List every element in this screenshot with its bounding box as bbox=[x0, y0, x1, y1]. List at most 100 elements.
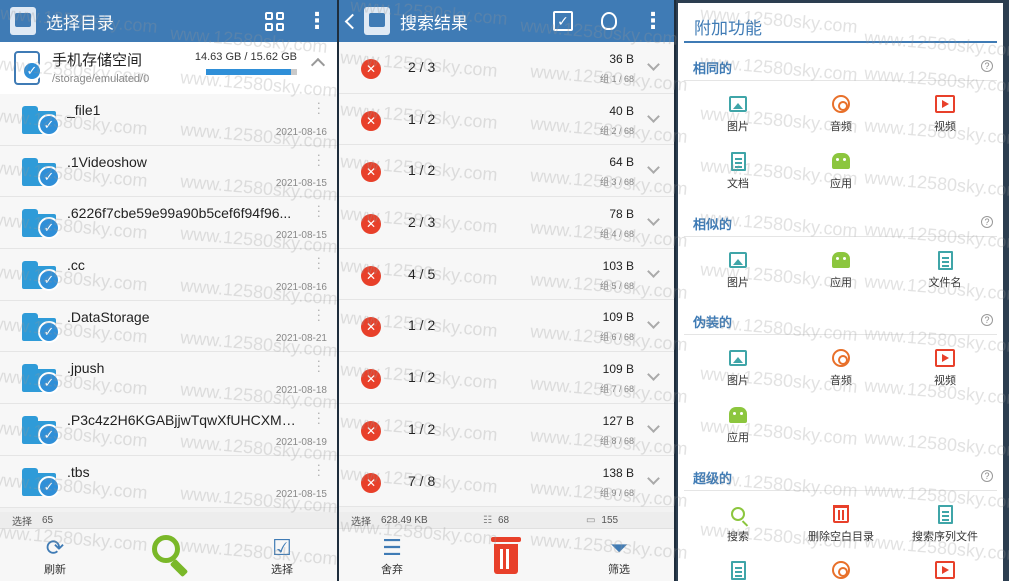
chevron-down-icon[interactable] bbox=[647, 109, 660, 123]
result-group-row[interactable]: ✕ 1 / 2 40 B 组 2 / 68 bbox=[339, 93, 674, 146]
close-icon[interactable]: ✕ bbox=[361, 369, 381, 390]
checked-icon[interactable]: ✓ bbox=[38, 114, 60, 136]
delete-button[interactable] bbox=[491, 535, 521, 575]
feature-partial[interactable] bbox=[693, 559, 783, 581]
more-options-icon[interactable]: · · · bbox=[317, 406, 321, 429]
chevron-down-icon[interactable] bbox=[647, 419, 660, 433]
more-options-icon[interactable]: · · · bbox=[317, 303, 321, 326]
folder-icon: ✓ bbox=[22, 467, 60, 498]
folder-row[interactable]: ✓ .jpush 2021-08-18 · · · bbox=[0, 352, 337, 405]
file-size: 109 B bbox=[602, 310, 634, 325]
chevron-down-icon[interactable] bbox=[647, 58, 660, 71]
more-options-icon[interactable]: ⋮ bbox=[305, 9, 329, 33]
close-icon[interactable]: ✕ bbox=[361, 472, 381, 493]
folder-date: 2021-08-16 bbox=[275, 281, 327, 293]
folder-date: 2021-08-15 bbox=[275, 178, 327, 190]
folder-row[interactable]: ✓ .P3c4z2H6KGABjjwTqwXfUHCXMV... 2021-08-1… bbox=[0, 404, 337, 456]
feature-sequence-file[interactable]: 搜索序列文件 bbox=[900, 503, 990, 544]
chevron-down-icon[interactable] bbox=[647, 316, 660, 330]
feature-audio[interactable]: 音频 bbox=[796, 347, 886, 388]
select-button[interactable]: ☑ 选择 bbox=[257, 535, 307, 577]
refresh-button[interactable]: ⟳ 刷新 bbox=[30, 535, 80, 577]
file-size: 40 B bbox=[609, 103, 634, 118]
feature-partial[interactable] bbox=[796, 559, 886, 581]
result-group-row[interactable]: ✕ 7 / 8 138 B 组 9 / 68 bbox=[339, 455, 674, 508]
chevron-up-icon[interactable] bbox=[310, 57, 326, 73]
close-icon[interactable]: ✕ bbox=[361, 317, 381, 338]
checked-icon[interactable]: ✓ bbox=[38, 165, 60, 188]
chevron-down-icon[interactable] bbox=[647, 471, 660, 485]
chevron-down-icon[interactable] bbox=[647, 264, 660, 278]
checked-icon[interactable]: ✓ bbox=[38, 217, 60, 240]
discard-button[interactable]: ☰ 舍弃 bbox=[367, 535, 417, 577]
checked-icon[interactable]: ✓ bbox=[38, 372, 60, 395]
chevron-down-icon[interactable] bbox=[647, 213, 660, 226]
feature-filename[interactable]: 文件名 bbox=[900, 249, 990, 290]
feature-search[interactable]: 搜索 bbox=[693, 503, 783, 544]
result-group-row[interactable]: ✕ 1 / 2 127 B 组 8 / 68 bbox=[339, 403, 674, 456]
result-group-row[interactable]: ✕ 1 / 2 64 B 组 3 / 68 bbox=[339, 145, 674, 198]
feature-image[interactable]: 图片 bbox=[693, 347, 783, 388]
result-group-row[interactable]: ✕ 2 / 3 78 B 组 4 / 68 bbox=[339, 197, 674, 249]
folder-row[interactable]: ✓ _file1 2021-08-16 · · · bbox=[0, 94, 337, 146]
result-group-row[interactable]: ✕ 1 / 2 109 B 组 6 / 68 bbox=[339, 300, 674, 353]
checked-icon[interactable]: ✓ bbox=[38, 269, 60, 292]
more-options-icon[interactable]: ⋮ bbox=[641, 9, 665, 33]
folder-row[interactable]: ✓ .6226f7cbe59e99a90b5cef6f94f96... 2021-0… bbox=[0, 197, 337, 250]
more-options-icon[interactable]: · · · bbox=[317, 354, 321, 377]
more-options-icon[interactable]: · · · bbox=[317, 96, 321, 119]
result-group-row[interactable]: ✕ 1 / 2 109 B 组 7 / 68 bbox=[339, 352, 674, 404]
close-icon[interactable]: ✕ bbox=[361, 214, 381, 235]
feature-image[interactable]: 图片 bbox=[693, 93, 783, 134]
lightbulb-icon[interactable] bbox=[597, 9, 621, 33]
chevron-down-icon[interactable] bbox=[647, 161, 660, 175]
help-icon[interactable]: ? bbox=[981, 216, 993, 228]
more-options-icon[interactable]: · · · bbox=[317, 199, 321, 222]
result-group-row[interactable]: ✕ 2 / 3 36 B 组 1 / 68 bbox=[339, 42, 674, 94]
trash-icon bbox=[491, 537, 521, 542]
back-icon[interactable] bbox=[344, 13, 361, 29]
checked-icon[interactable]: ✓ bbox=[38, 475, 60, 498]
close-icon[interactable]: ✕ bbox=[361, 59, 381, 79]
select-all-icon[interactable]: ✓ bbox=[551, 9, 575, 33]
feature-partial[interactable] bbox=[900, 559, 990, 581]
feature-document[interactable]: 文档 bbox=[693, 150, 783, 191]
help-icon[interactable]: ? bbox=[981, 314, 993, 326]
checked-icon[interactable]: ✓ bbox=[38, 424, 60, 447]
checked-icon[interactable]: ✓ bbox=[38, 320, 60, 343]
folder-row[interactable]: ✓ .cc 2021-08-16 · · · bbox=[0, 249, 337, 301]
storage-header[interactable]: ✓ 手机存储空间 /storage/emulated/0 14.63 GB / … bbox=[0, 42, 337, 94]
more-options-icon[interactable]: · · · bbox=[317, 148, 321, 171]
feature-android-app[interactable]: 应用 bbox=[693, 404, 783, 445]
close-icon[interactable]: ✕ bbox=[361, 420, 381, 441]
feature-video[interactable]: 视频 bbox=[900, 93, 990, 134]
result-list: ✕ 2 / 3 36 B 组 1 / 68 ✕ 1 / 2 40 B 组 2 / 68 ✕ 1 /… bbox=[339, 42, 674, 508]
folder-row[interactable]: ✓ .tbs 2021-08-15 · · · bbox=[0, 455, 337, 508]
feature-audio[interactable]: 音频 bbox=[796, 93, 886, 134]
grid-view-icon[interactable] bbox=[262, 9, 286, 33]
filter-button[interactable]: ⏷ 筛选 bbox=[594, 535, 644, 577]
feature-android-app[interactable]: 应用 bbox=[796, 249, 886, 290]
search-icon-handle bbox=[169, 558, 189, 578]
feature-android-app[interactable]: 应用 bbox=[796, 150, 886, 191]
more-options-icon[interactable]: · · · bbox=[317, 251, 321, 274]
search-button[interactable] bbox=[148, 533, 189, 578]
feature-video[interactable]: 视频 bbox=[900, 347, 990, 388]
feature-image[interactable]: 图片 bbox=[693, 249, 783, 290]
close-icon[interactable]: ✕ bbox=[361, 265, 381, 286]
chevron-down-icon[interactable] bbox=[647, 368, 660, 381]
feature-icon-wrap bbox=[693, 93, 783, 115]
more-options-icon[interactable]: · · · bbox=[317, 458, 321, 481]
checkbox-icon: ☑ bbox=[272, 535, 292, 560]
result-group-row[interactable]: ✕ 4 / 5 103 B 组 5 / 68 bbox=[339, 248, 674, 301]
feature-label: 应用 bbox=[727, 432, 749, 444]
help-icon[interactable]: ? bbox=[981, 470, 993, 482]
close-icon[interactable]: ✕ bbox=[361, 162, 381, 183]
feature-delete-empty-folder[interactable]: 删除空白目录 bbox=[796, 503, 886, 544]
folder-row[interactable]: ✓ .DataStorage 2021-08-21 · · · bbox=[0, 300, 337, 353]
folder-row[interactable]: ✓ .1Videoshow 2021-08-15 · · · bbox=[0, 145, 337, 198]
select-label: 选择 bbox=[271, 564, 293, 576]
close-icon[interactable]: ✕ bbox=[361, 110, 381, 131]
status-bar: 选择 65 bbox=[0, 512, 337, 528]
help-icon[interactable]: ? bbox=[981, 60, 993, 72]
